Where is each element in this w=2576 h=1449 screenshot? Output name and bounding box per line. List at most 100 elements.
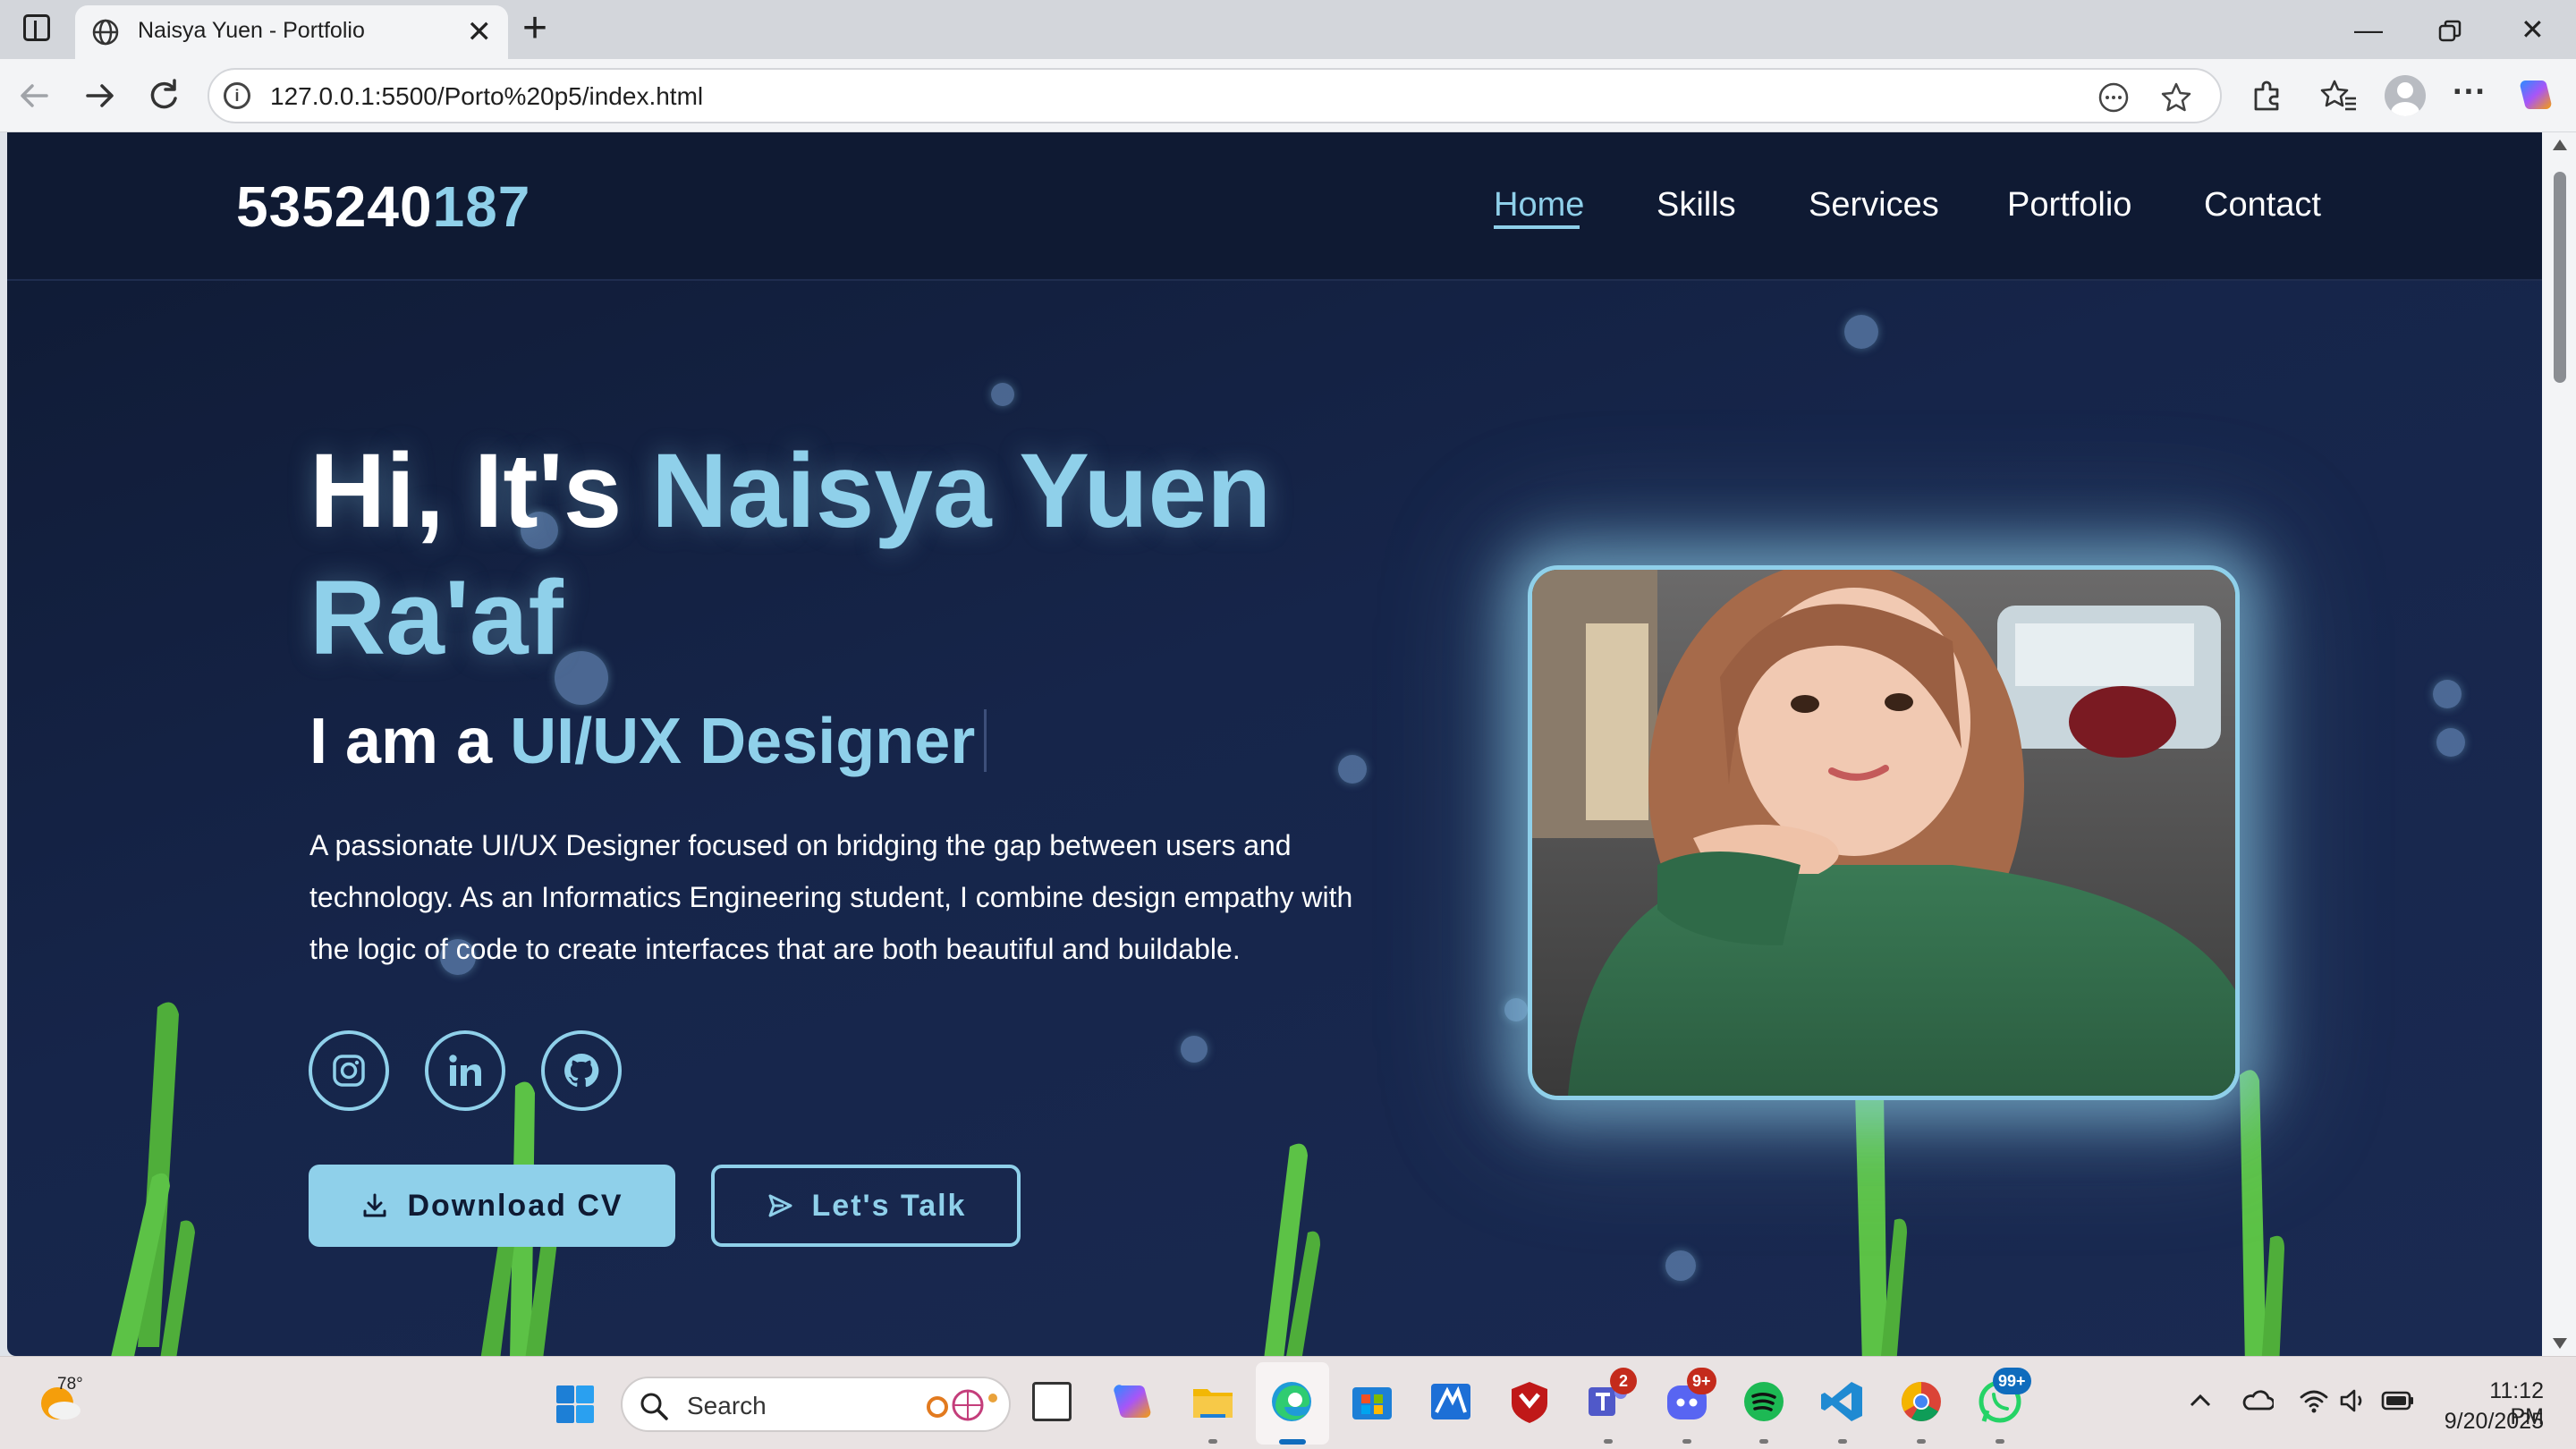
back-icon[interactable] <box>14 75 55 116</box>
bubble-decoration <box>1844 315 1878 349</box>
edge-browser-icon[interactable] <box>1268 1378 1315 1425</box>
logo-accent-text: 187 <box>432 174 531 239</box>
file-explorer-icon[interactable] <box>1190 1378 1236 1425</box>
new-tab-icon[interactable]: + <box>522 4 547 54</box>
chrome-icon[interactable] <box>1898 1378 1945 1425</box>
more-options-icon[interactable]: ··· <box>2453 73 2487 112</box>
send-icon <box>768 1194 792 1217</box>
microsoft-store-icon[interactable] <box>1349 1378 1395 1425</box>
whatsapp-badge: 99+ <box>1993 1368 2031 1394</box>
search-icon <box>640 1393 668 1420</box>
nav-contact[interactable]: Contact <box>2204 186 2321 225</box>
running-indicator <box>1996 1439 2004 1444</box>
browser-tab-bar: Naisya Yuen - Portfolio ✕ + — ✕ <box>0 0 2576 59</box>
hero-role: I am a UI/UX Designer <box>309 705 987 778</box>
instagram-link[interactable] <box>309 1030 389 1111</box>
minimize-icon[interactable]: — <box>2354 7 2383 52</box>
scroll-down-arrow-icon[interactable] <box>2553 1338 2567 1349</box>
tab-actions-icon[interactable] <box>23 14 50 41</box>
download-cv-label: Download CV <box>407 1188 623 1223</box>
site-info-icon[interactable]: i <box>224 82 250 109</box>
mcafee-icon[interactable] <box>1506 1378 1553 1425</box>
role-text: UI/UX Designer <box>510 706 976 777</box>
clock-date[interactable]: 9/20/2025 <box>2433 1409 2544 1435</box>
bubble-decoration <box>1665 1250 1696 1281</box>
browser-tab[interactable]: Naisya Yuen - Portfolio ✕ <box>75 5 508 59</box>
bubble-decoration <box>1181 1036 1208 1063</box>
bubble-decoration <box>1338 755 1367 784</box>
nav-active-underline <box>1494 225 1580 229</box>
reading-mode-icon[interactable] <box>2097 80 2131 114</box>
windows-start-icon[interactable] <box>555 1384 596 1425</box>
linkedin-link[interactable] <box>425 1030 505 1111</box>
chevron-up-icon[interactable] <box>2188 1389 2213 1414</box>
lets-talk-button[interactable]: Let's Talk <box>711 1165 1021 1247</box>
running-indicator <box>1917 1439 1926 1444</box>
download-cv-button[interactable]: Download CV <box>309 1165 675 1247</box>
linkedin-icon <box>449 1055 481 1086</box>
taskbar-search[interactable]: Search <box>621 1377 1011 1432</box>
github-link[interactable] <box>541 1030 622 1111</box>
browser-address-bar: i 127.0.0.1:5500/Porto%20p5/index.html ·… <box>0 59 2576 132</box>
profile-avatar-icon[interactable] <box>2385 75 2426 116</box>
favorites-icon[interactable] <box>2320 77 2358 114</box>
bubble-decoration <box>2433 680 2462 708</box>
hero-greeting: Hi, It's <box>309 432 652 550</box>
site-logo[interactable]: 535240187 <box>236 174 530 240</box>
seaweed-decoration <box>2240 1070 2284 1356</box>
app-icon-blue[interactable] <box>1428 1378 1474 1425</box>
typing-caret <box>984 709 987 772</box>
nav-skills[interactable]: Skills <box>1657 186 1736 225</box>
teams-badge: 2 <box>1610 1368 1637 1394</box>
nav-portfolio[interactable]: Portfolio <box>2007 186 2131 225</box>
seaweed-decoration <box>111 1002 195 1356</box>
extensions-icon[interactable] <box>2249 77 2286 114</box>
reload-icon[interactable] <box>143 75 184 116</box>
running-indicator <box>1759 1439 1768 1444</box>
scroll-up-arrow-icon[interactable] <box>2553 140 2567 150</box>
page-viewport: 535240187 Home Skills Services Portfolio… <box>7 132 2542 1356</box>
hero-description: A passionate UI/UX Designer focused on b… <box>309 829 1353 965</box>
instagram-icon <box>333 1055 365 1087</box>
bubble-decoration <box>1504 998 1528 1021</box>
wifi-icon[interactable] <box>2299 1387 2329 1414</box>
tab-close-icon[interactable]: ✕ <box>467 14 493 50</box>
battery-icon[interactable] <box>2381 1391 2415 1411</box>
hero-name-first: Naisya Yuen <box>651 432 1272 550</box>
hero-name-last: Ra'af <box>309 559 564 677</box>
bubble-decoration <box>991 383 1014 406</box>
lets-talk-label: Let's Talk <box>811 1188 967 1223</box>
site-header: 535240187 Home Skills Services Portfolio… <box>7 132 2542 281</box>
scroll-thumb[interactable] <box>2554 172 2566 383</box>
restore-icon[interactable] <box>2438 20 2462 43</box>
profile-photo <box>1528 565 2240 1100</box>
copilot-icon[interactable] <box>2515 75 2556 116</box>
role-prefix: I am a <box>309 706 511 777</box>
weather-temperature: 78° <box>57 1375 83 1394</box>
url-text[interactable]: 127.0.0.1:5500/Porto%20p5/index.html <box>270 82 703 111</box>
onedrive-icon[interactable] <box>2241 1387 2274 1414</box>
forward-icon[interactable] <box>79 75 120 116</box>
search-highlight-icon <box>927 1389 997 1421</box>
task-view-icon[interactable] <box>1032 1382 1072 1421</box>
page-scrollbar[interactable] <box>2542 132 2576 1356</box>
bubble-decoration <box>2436 728 2465 757</box>
windows-taskbar: 78° Search 2 9+ 99+ 11:12 PM 9/20/2025 <box>0 1356 2576 1449</box>
favorite-star-icon[interactable] <box>2159 80 2193 114</box>
download-icon <box>363 1193 386 1217</box>
profile-photo-image <box>1532 570 2235 1096</box>
tab-title: Naisya Yuen - Portfolio <box>138 18 365 43</box>
running-indicator <box>1604 1439 1613 1444</box>
copilot-app-icon[interactable] <box>1109 1378 1156 1425</box>
discord-badge: 9+ <box>1687 1368 1716 1394</box>
vscode-icon[interactable] <box>1819 1378 1866 1425</box>
logo-text: 535240 <box>236 174 433 239</box>
spotify-icon[interactable] <box>1741 1378 1787 1425</box>
seaweed-decoration <box>1855 1091 1907 1356</box>
nav-home[interactable]: Home <box>1494 186 1584 225</box>
close-window-icon[interactable]: ✕ <box>2521 7 2545 52</box>
address-field[interactable]: i 127.0.0.1:5500/Porto%20p5/index.html <box>208 68 2222 123</box>
volume-icon[interactable] <box>2338 1387 2368 1414</box>
nav-services[interactable]: Services <box>1809 186 1939 225</box>
github-icon <box>564 1053 599 1088</box>
